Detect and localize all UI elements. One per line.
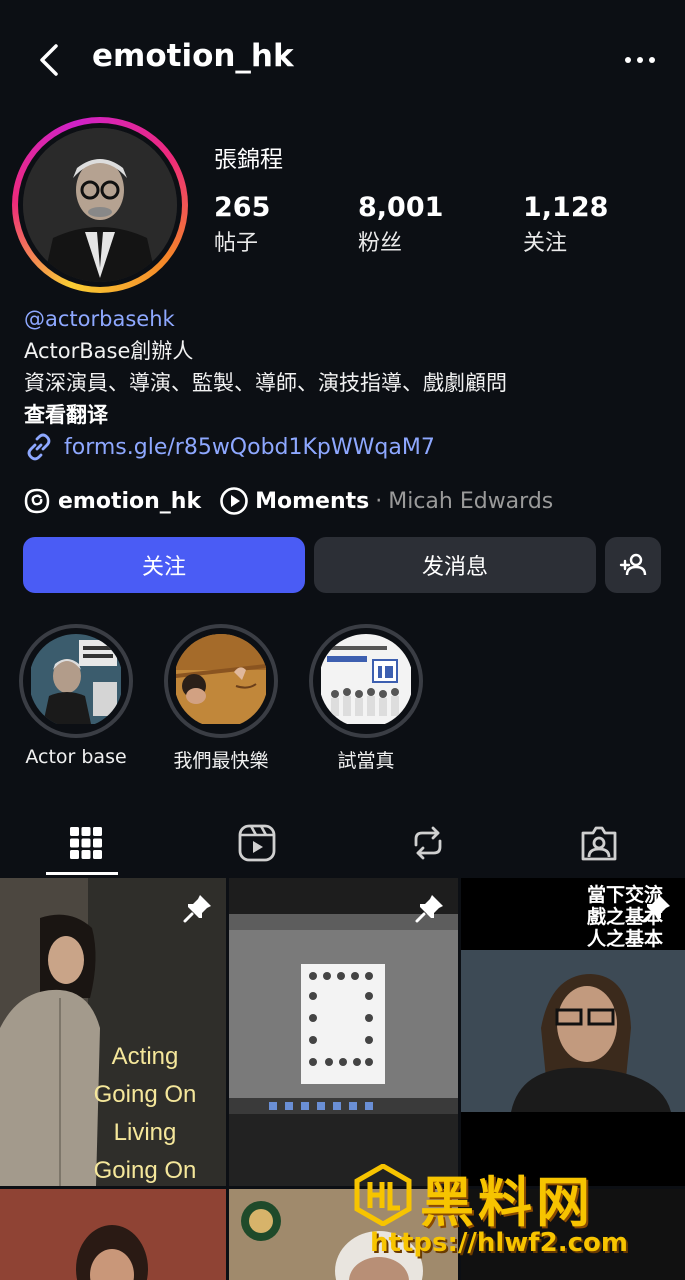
bio-line-1: ActorBase創辦人	[24, 339, 194, 363]
tagged-icon	[581, 826, 616, 861]
posts-label: 帖子	[214, 231, 259, 256]
back-arrow-icon[interactable]	[30, 40, 70, 80]
bio-line-2: 資深演員、導演、監製、導師、演技指導、戲劇顧問	[24, 371, 507, 395]
profile-username: emotion_hk	[92, 38, 294, 74]
watermark-url: https://hlwf2.com	[370, 1228, 628, 1258]
suggested-users-button[interactable]	[605, 537, 661, 593]
post-thumbnail[interactable]	[0, 1189, 226, 1280]
moments-link[interactable]: Moments	[255, 489, 369, 514]
following-label: 关注	[523, 231, 568, 256]
top-bar: emotion_hk	[0, 0, 685, 120]
bio: @actorbasehk ActorBase創辦人 資深演員、導演、監製、導師、…	[24, 303, 507, 431]
overlay-line: Going On	[93, 1081, 197, 1108]
highlight-label: Actor base	[25, 746, 127, 768]
bio-mention-link[interactable]: @actorbasehk	[24, 303, 507, 335]
followers-label: 粉丝	[358, 231, 403, 256]
threads-username[interactable]: emotion_hk	[58, 489, 201, 514]
reels-icon	[238, 824, 275, 862]
tab-tagged[interactable]	[513, 810, 684, 876]
avatar-story-ring[interactable]	[12, 117, 188, 293]
followers-stat[interactable]: 8,001 粉丝	[358, 192, 443, 257]
following-stat[interactable]: 1,128 关注	[523, 192, 608, 257]
grid-icon	[69, 827, 102, 859]
highlight-shi-dang-zhen[interactable]: 試當真	[309, 624, 423, 773]
threads-row: emotion_hk Moments · Micah Edwards	[24, 484, 553, 518]
highlight-label: 試當真	[337, 750, 395, 772]
post-thumbnail[interactable]	[229, 878, 458, 1186]
bio-external-link[interactable]: forms.gle/r85wQobd1KpWWqaM7	[24, 430, 435, 464]
overlay-line: Going On	[93, 1157, 197, 1184]
posts-stat[interactable]: 265 帖子	[214, 192, 270, 257]
highlight-happiest[interactable]: 我們最快樂	[164, 624, 278, 773]
separator-dot: ·	[375, 488, 383, 514]
overlay-line: 人之基本	[586, 928, 663, 950]
active-tab-indicator	[46, 872, 118, 875]
profile-tabs	[0, 810, 685, 876]
bio-link-text[interactable]: forms.gle/r85wQobd1KpWWqaM7	[64, 435, 435, 460]
overlay-line: Acting	[111, 1043, 179, 1070]
highlight-cover	[319, 634, 413, 728]
repost-icon	[414, 826, 441, 860]
link-icon	[27, 433, 51, 461]
highlight-cover	[29, 634, 123, 728]
tab-posts[interactable]	[0, 810, 171, 876]
overlay-line: Living	[113, 1119, 177, 1146]
highlight-label: 我們最快樂	[173, 750, 269, 772]
watermark: 黑料网 https://hlwf2.com	[352, 1158, 682, 1276]
highlight-actor-base[interactable]: Actor base	[19, 624, 133, 768]
pin-icon	[415, 895, 443, 923]
highlight-cover	[174, 634, 268, 728]
followers-count: 8,001	[358, 192, 444, 223]
tab-reposts[interactable]	[342, 810, 513, 876]
tab-reels[interactable]	[171, 810, 342, 876]
see-translation-link[interactable]: 查看翻译	[24, 399, 507, 431]
profile-full-name: 張錦程	[214, 147, 283, 173]
following-count: 1,128	[523, 192, 609, 223]
moments-author: Micah Edwards	[388, 488, 554, 514]
pin-icon	[183, 895, 211, 923]
post-thumbnail[interactable]: 當下交流 戲之基本 人之基本	[461, 878, 685, 1186]
more-icon[interactable]	[620, 44, 660, 76]
threads-icon[interactable]	[24, 488, 50, 514]
add-person-icon	[619, 553, 647, 576]
follow-button[interactable]: 关注	[23, 537, 305, 593]
watermark-brand: 黑料网	[420, 1171, 594, 1234]
play-circle-icon	[220, 487, 248, 515]
avatar	[23, 128, 177, 282]
post-caption-overlay: Acting Going On Living Going On	[70, 1038, 220, 1186]
post-thumbnail[interactable]: Acting Going On Living Going On	[0, 878, 226, 1186]
message-button[interactable]: 发消息	[314, 537, 596, 593]
watermark-logo	[354, 1164, 412, 1226]
pin-icon	[642, 895, 670, 923]
posts-count: 265	[214, 192, 271, 223]
